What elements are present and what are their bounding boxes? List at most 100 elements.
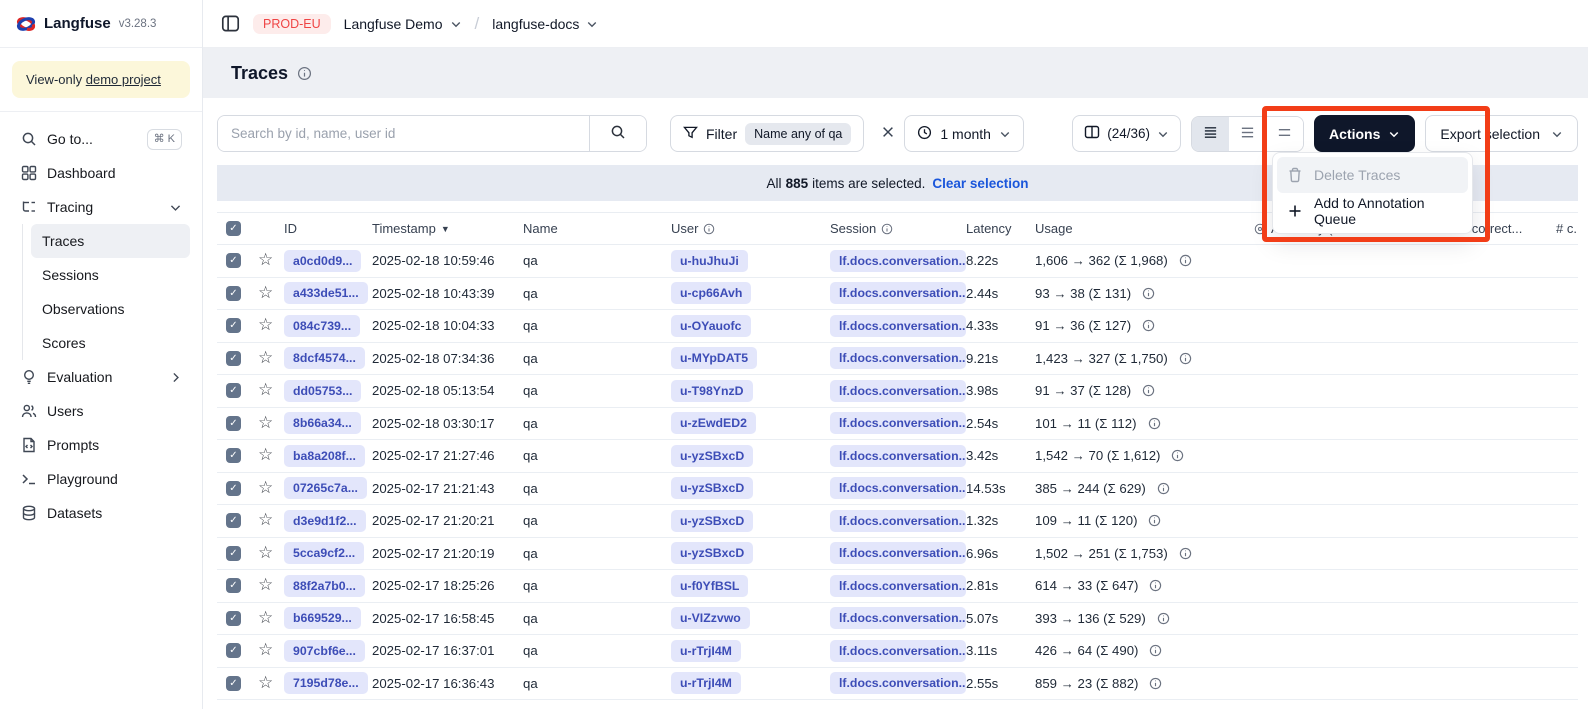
table-row[interactable]: ✓☆88f2a7b0...2025-02-17 18:25:26qau-f0Yf…	[217, 570, 1578, 603]
sidebar-item-dashboard[interactable]: Dashboard	[12, 156, 190, 190]
table-row[interactable]: ✓☆084c739...2025-02-18 10:04:33qau-OYauo…	[217, 310, 1578, 343]
user-badge[interactable]: u-f0YfBSL	[671, 575, 748, 597]
info-icon[interactable]	[1171, 449, 1184, 462]
sidebar-item-evaluation[interactable]: Evaluation	[12, 360, 190, 394]
star-icon[interactable]: ☆	[258, 252, 273, 269]
star-icon[interactable]: ☆	[258, 610, 273, 627]
row-checkbox[interactable]: ✓	[226, 676, 241, 691]
table-row[interactable]: ✓☆7195d78e...2025-02-17 16:36:43qau-rTrj…	[217, 668, 1578, 701]
table-row[interactable]: ✓☆907cbf6e...2025-02-17 16:37:01qau-rTrj…	[217, 635, 1578, 668]
user-badge[interactable]: u-MYpDAT5	[671, 347, 757, 369]
user-badge[interactable]: u-huJhuJi	[671, 250, 748, 272]
user-badge[interactable]: u-T98YnzD	[671, 380, 753, 402]
col-header-session[interactable]: Session	[830, 221, 966, 236]
time-range-button[interactable]: 1 month	[904, 115, 1024, 152]
trace-id-badge[interactable]: 907cbf6e...	[284, 640, 365, 662]
session-badge[interactable]: lf.docs.conversation...	[830, 412, 966, 434]
star-icon[interactable]: ☆	[258, 675, 273, 692]
info-icon[interactable]	[1179, 547, 1192, 560]
table-row[interactable]: ✓☆d3e9d1f2...2025-02-17 21:20:21qau-yzSB…	[217, 505, 1578, 538]
row-checkbox[interactable]: ✓	[226, 253, 241, 268]
info-icon[interactable]	[1149, 677, 1162, 690]
info-icon[interactable]	[1149, 579, 1162, 592]
star-icon[interactable]: ☆	[258, 577, 273, 594]
menu-item-delete-traces[interactable]: Delete Traces	[1277, 157, 1468, 193]
demo-project-link[interactable]: demo project	[86, 72, 161, 87]
trace-id-badge[interactable]: 8b66a34...	[284, 412, 361, 434]
session-badge[interactable]: lf.docs.conversation...	[830, 672, 966, 694]
star-icon[interactable]: ☆	[258, 382, 273, 399]
info-icon[interactable]	[1179, 254, 1192, 267]
trace-id-badge[interactable]: 7195d78e...	[284, 672, 368, 694]
actions-button[interactable]: Actions	[1314, 115, 1415, 152]
info-icon[interactable]	[1142, 287, 1155, 300]
menu-item-add-to-annotation-queue[interactable]: Add to Annotation Queue	[1277, 193, 1468, 229]
info-icon[interactable]	[1148, 417, 1161, 430]
user-badge[interactable]: u-rTrjI4M	[671, 640, 741, 662]
sidebar-item-tracing[interactable]: Tracing	[12, 190, 190, 224]
session-badge[interactable]: lf.docs.conversation...	[830, 347, 966, 369]
session-badge[interactable]: lf.docs.conversation...	[830, 575, 966, 597]
user-badge[interactable]: u-yzSBxcD	[671, 542, 753, 564]
col-header-name[interactable]: Name	[523, 221, 671, 236]
info-icon[interactable]	[1149, 644, 1162, 657]
info-icon[interactable]	[1157, 612, 1170, 625]
table-row[interactable]: ✓☆dd05753...2025-02-18 05:13:54qau-T98Yn…	[217, 375, 1578, 408]
info-icon[interactable]	[703, 223, 715, 235]
trace-id-badge[interactable]: dd05753...	[284, 380, 361, 402]
sidebar-item-sessions[interactable]: Sessions	[23, 258, 190, 292]
session-badge[interactable]: lf.docs.conversation...	[830, 510, 966, 532]
row-checkbox[interactable]: ✓	[226, 578, 241, 593]
row-height-large-button[interactable]	[1266, 117, 1303, 151]
info-icon[interactable]	[881, 223, 893, 235]
select-all-checkbox[interactable]: ✓	[226, 221, 241, 236]
info-icon[interactable]	[1142, 384, 1155, 397]
star-icon[interactable]: ☆	[258, 512, 273, 529]
table-row[interactable]: ✓☆a433de51...2025-02-18 10:43:39qau-cp66…	[217, 278, 1578, 311]
table-row[interactable]: ✓☆b669529...2025-02-17 16:58:45qau-VIZzv…	[217, 603, 1578, 636]
row-height-medium-button[interactable]	[1229, 117, 1266, 151]
col-header-user[interactable]: User	[671, 221, 830, 236]
sidebar-item-datasets[interactable]: Datasets	[12, 496, 190, 530]
sidebar-item-playground[interactable]: Playground	[12, 462, 190, 496]
trace-id-badge[interactable]: a0cd0d9...	[284, 250, 361, 272]
star-icon[interactable]: ☆	[258, 642, 273, 659]
info-icon[interactable]	[1142, 319, 1155, 332]
filter-button[interactable]: Filter Name any of qa	[670, 115, 864, 152]
row-checkbox[interactable]: ✓	[226, 416, 241, 431]
search-input[interactable]	[218, 116, 589, 151]
user-badge[interactable]: u-yzSBxcD	[671, 510, 753, 532]
user-badge[interactable]: u-rTrjI4M	[671, 672, 741, 694]
info-icon[interactable]	[1157, 482, 1170, 495]
star-icon[interactable]: ☆	[258, 545, 273, 562]
row-checkbox[interactable]: ✓	[226, 546, 241, 561]
trace-id-badge[interactable]: 07265c7a...	[284, 477, 367, 499]
user-badge[interactable]: u-cp66Avh	[671, 282, 751, 304]
user-badge[interactable]: u-zEwdED2	[671, 412, 756, 434]
row-checkbox[interactable]: ✓	[226, 286, 241, 301]
filter-chip[interactable]: Name any of qa	[745, 123, 851, 145]
column-visibility-button[interactable]: (24/36)	[1072, 115, 1181, 152]
star-icon[interactable]: ☆	[258, 285, 273, 302]
user-badge[interactable]: u-yzSBxcD	[671, 477, 753, 499]
sidebar-item-prompts[interactable]: Prompts	[12, 428, 190, 462]
row-checkbox[interactable]: ✓	[226, 448, 241, 463]
col-header-id[interactable]: ID	[284, 221, 372, 236]
trace-id-badge[interactable]: ba8a208f...	[284, 445, 365, 467]
session-badge[interactable]: lf.docs.conversation...	[830, 282, 966, 304]
row-checkbox[interactable]: ✓	[226, 481, 241, 496]
project-switcher[interactable]: langfuse-docs	[492, 16, 598, 32]
trace-id-badge[interactable]: b669529...	[284, 607, 361, 629]
table-row[interactable]: ✓☆ba8a208f...2025-02-17 21:27:46qau-yzSB…	[217, 440, 1578, 473]
session-badge[interactable]: lf.docs.conversation...	[830, 477, 966, 499]
row-height-small-button[interactable]	[1192, 117, 1229, 151]
sidebar-item-traces[interactable]: Traces	[31, 224, 190, 258]
info-icon[interactable]	[1148, 514, 1161, 527]
star-icon[interactable]: ☆	[258, 350, 273, 367]
col-header-usage[interactable]: Usage	[1035, 221, 1249, 236]
row-checkbox[interactable]: ✓	[226, 383, 241, 398]
trace-id-badge[interactable]: d3e9d1f2...	[284, 510, 366, 532]
star-icon[interactable]: ☆	[258, 480, 273, 497]
session-badge[interactable]: lf.docs.conversation...	[830, 250, 966, 272]
clear-selection-link[interactable]: Clear selection	[932, 176, 1028, 191]
